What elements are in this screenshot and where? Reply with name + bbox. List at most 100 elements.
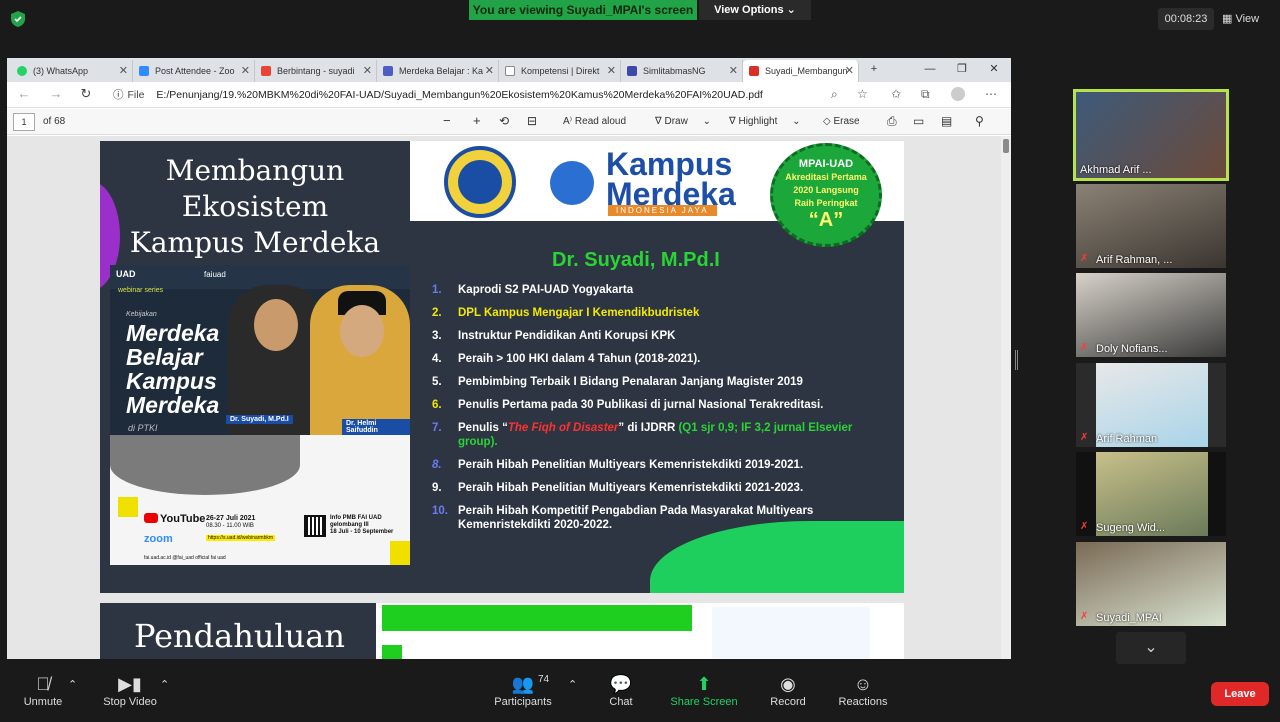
item-number: 3. [432,330,442,342]
participant-tile[interactable]: ✗ Suyadi_MPAI [1076,542,1226,626]
gallery-next-button[interactable]: ⌄ [1116,632,1186,664]
pdf-viewport[interactable]: Membangun Ekosistem Kampus Merdeka Kampu… [7,136,1011,659]
participant-tile-active[interactable]: Akhmad Arif ... [1073,89,1229,181]
item-text: Penulis Pertama pada 30 Publikasi di jur… [458,399,824,411]
forward-icon[interactable]: → [47,86,65,101]
vertical-scrollbar[interactable] [1001,136,1011,659]
list-item: 7. Penulis “The Fiqh of Disaster” di IJDR… [432,421,872,449]
erase-button[interactable]: ◇ Erase [823,116,860,127]
tab-whatsapp[interactable]: (3) WhatsApp ✕ [11,60,133,82]
close-window-button[interactable]: ✕ [979,58,1009,82]
back-icon[interactable]: ← [15,86,33,101]
view-button-label: View [1235,13,1260,25]
split-handle[interactable] [1015,350,1018,370]
save-icon[interactable]: ▭ [913,114,924,128]
close-icon[interactable]: ✕ [241,60,250,82]
list-item: 6. Penulis Pertama pada 30 Publikasi di j… [432,398,872,412]
view-button[interactable]: ▦ View [1222,8,1272,30]
url-field[interactable]: ⓘ File E:/Penunjang/19.%20MBKM%20di%20FAI-… [113,87,763,104]
save-as-icon[interactable]: ▤ [941,114,952,128]
shared-browser-window: (3) WhatsApp ✕ Post Attendee - Zoo ✕ Berbi… [7,58,1011,659]
pdf-toolbar: 1 of 68 − + ⟲ ⊟ A⁾ Read aloud ∇ Draw ⌄ ∇… [7,109,1011,135]
profile-avatar-icon[interactable] [951,87,965,101]
page-count: of 68 [43,116,66,127]
participant-tile[interactable]: ✗ Doly Nofians... [1076,273,1226,357]
favorites-icon[interactable]: ✩ [891,87,901,101]
rotate-icon[interactable]: ⟲ [499,114,509,128]
chevron-up-icon[interactable]: ⌃ [160,678,169,722]
refresh-icon[interactable]: ↻ [77,86,95,102]
chat-button[interactable]: 💬 Chat [600,672,642,716]
tab-label: Merdeka Belajar : Ka [399,66,484,76]
tab-simlitabmas[interactable]: SimlitabmasNG ✕ [621,60,743,82]
new-tab-button[interactable]: + [859,58,889,82]
pin-icon[interactable]: ⚲ [975,114,984,128]
highlight-button[interactable]: ∇ Highlight ⌄ [729,116,801,127]
item-text: Peraih Hibah Kompetitif Pengabdian Pada … [458,505,814,531]
close-icon[interactable]: ✕ [845,60,854,82]
speaker-name-2: Dr. Helmi Saifuddin [342,419,410,435]
tab-label: Suyadi_Membangun [765,66,848,76]
view-options-button[interactable]: View Options ⌄ [699,0,811,20]
participant-tile[interactable]: ✗ Sugeng Wid... [1076,452,1226,536]
more-icon[interactable]: ⋯ [985,87,997,101]
cv-list: 1. Kaprodi S2 PAI-UAD Yogyakarta 2. DPL Ka… [432,283,872,541]
star-icon[interactable]: ☆ [857,87,868,101]
chevron-down-icon: ⌄ [786,4,796,16]
stop-video-button[interactable]: ▶▮ Stop Video [98,672,162,716]
zoom-bottom-toolbar: 🎙̸ Unmute ⌃ ▶▮ Stop Video ⌃ 👥 Participants … [0,664,1280,719]
poster-info: Info PMB FAI UAD gelombang III 18 Juli -… [330,515,393,536]
read-aloud-button[interactable]: A⁾ Read aloud [563,116,626,127]
read-aloud-label: Read aloud [574,116,627,127]
decor-square [390,541,410,565]
item-number: 5. [432,376,442,388]
scrollbar-thumb[interactable] [1003,139,1009,153]
record-button[interactable]: ◉ Record [766,672,810,716]
tab-zoom[interactable]: Post Attendee - Zoo ✕ [133,60,255,82]
webinar-poster: UAD faiuad webinar series Kebijakan Merd… [110,265,410,565]
zoom-icon [139,66,149,76]
tut-wuri-logo [550,161,594,205]
participant-tile[interactable]: ✗ Arif Rahman, ... [1076,184,1226,268]
leave-button[interactable]: Leave [1211,682,1269,706]
tab-gmail[interactable]: Berbintang - suyadi ✕ [255,60,377,82]
zoom-search-icon[interactable]: ⌕ [831,87,838,102]
chevron-up-icon[interactable]: ⌃ [68,678,77,722]
close-icon[interactable]: ✕ [119,60,128,82]
logo-text: Kampus [606,146,733,182]
print-icon[interactable]: ⎙ [887,114,897,129]
unmute-button[interactable]: 🎙̸ Unmute [18,672,68,716]
reactions-button[interactable]: ☺ Reactions [834,672,892,716]
fit-page-icon[interactable]: ⊟ [527,114,537,128]
draw-button[interactable]: ∇ Draw ⌄ [655,116,711,127]
badge-line: Akreditasi Pertama [785,172,867,182]
close-icon[interactable]: ✕ [729,60,738,82]
item-number: 4. [432,353,442,365]
close-icon[interactable]: ✕ [485,60,494,82]
title-line: Ekosistem [181,190,329,223]
chevron-up-icon[interactable]: ⌃ [568,678,577,722]
share-screen-button[interactable]: ⬆ Share Screen [668,672,740,716]
reactions-icon: ☺ [853,674,873,694]
zoom-in-icon[interactable]: + [473,113,481,128]
item-number: 8. [432,459,442,471]
close-icon[interactable]: ✕ [363,60,372,82]
tab-merdeka-belajar[interactable]: Merdeka Belajar : Ka ✕ [377,60,499,82]
participant-name: Akhmad Arif ... [1080,164,1152,176]
participant-tile[interactable]: ✗ Arif Rahman [1076,363,1226,447]
minimize-button[interactable]: — [915,58,945,82]
slide-page-2: Pendahuluan [100,603,904,659]
collections-icon[interactable]: ⧉ [921,87,930,102]
tab-kompetensi[interactable]: Kompetensi | Direkt ✕ [499,60,621,82]
item-text: Pembimbing Terbaik I Bidang Penalaran Ja… [458,376,803,388]
shield-icon[interactable] [10,10,26,28]
close-icon[interactable]: ✕ [607,60,616,82]
maximize-button[interactable]: ❐ [947,58,977,82]
list-item: 9. Peraih Hibah Penelitian Multiyears Kem… [432,481,872,495]
eraser-icon: ◇ [823,116,834,127]
tab-suyadi-pdf[interactable]: Suyadi_Membangun ✕ [743,60,859,82]
participant-name: Sugeng Wid... [1096,522,1166,534]
page-number-input[interactable]: 1 [13,113,35,131]
zoom-out-icon[interactable]: − [443,113,451,128]
headline-line: Kampus [126,368,217,394]
